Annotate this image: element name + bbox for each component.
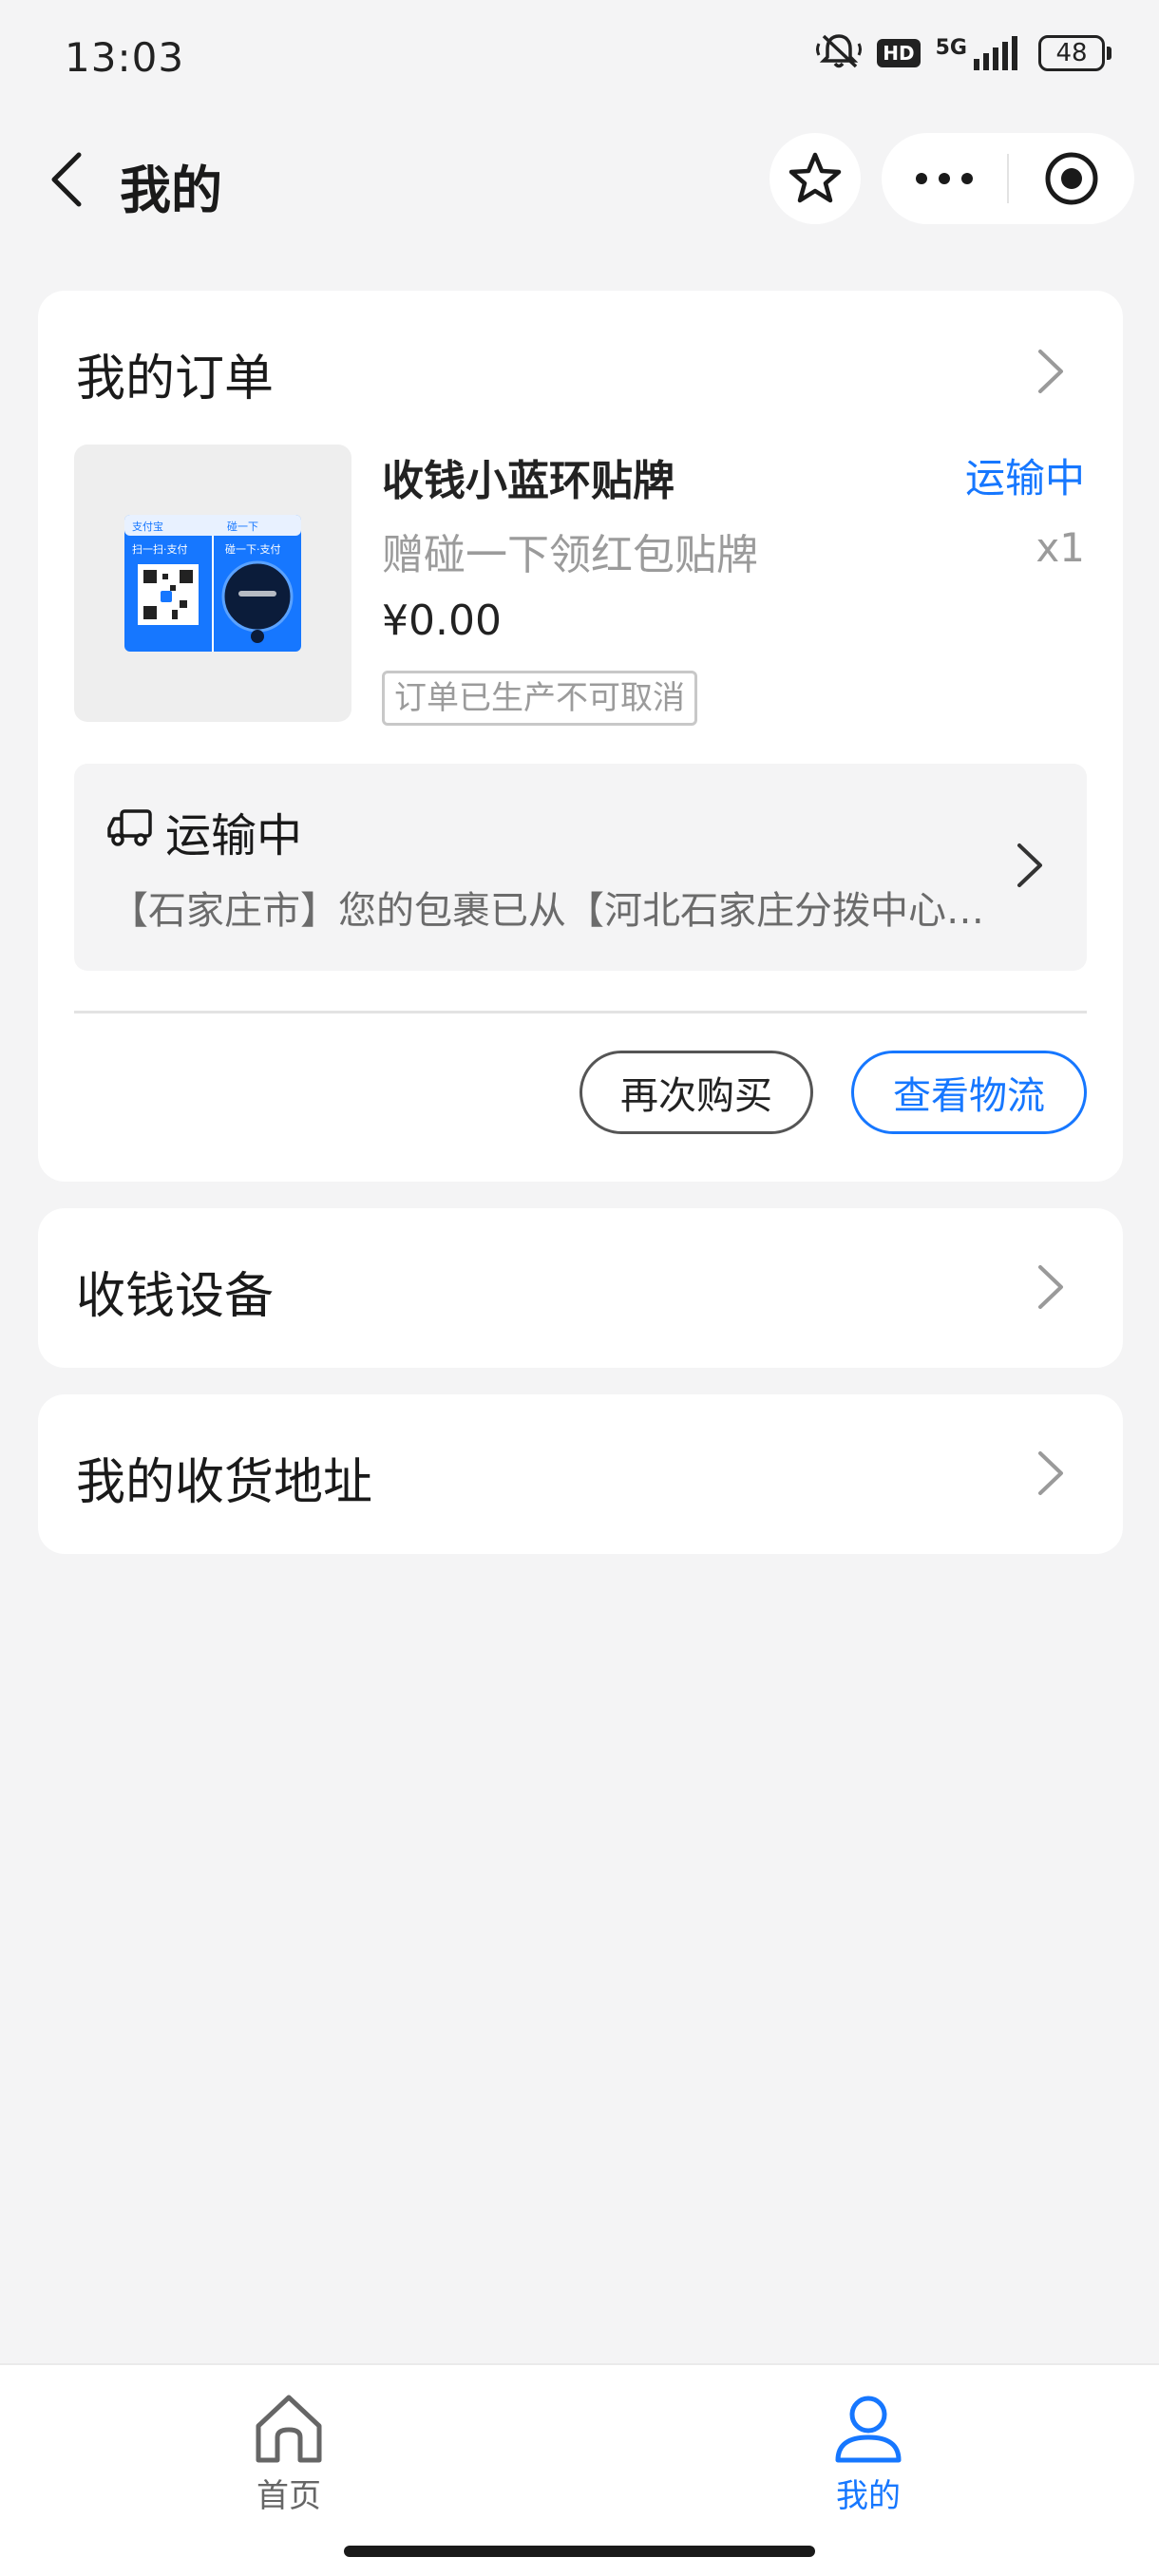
close-target-icon (1045, 152, 1098, 205)
orders-header[interactable]: 我的订单 (76, 338, 274, 409)
status-bar: 13:03 HD 5G 48 (0, 0, 1159, 114)
battery-icon: 48 (1038, 35, 1112, 71)
rebuy-button[interactable]: 再次购买 (580, 1051, 813, 1134)
mute-icon (816, 32, 863, 74)
device-chevron-icon (1032, 1261, 1070, 1313)
more-icon (916, 173, 973, 184)
truck-icon (107, 809, 152, 846)
product-tap-label: 碰一下 (227, 521, 258, 533)
address-label: 我的收货地址 (76, 1454, 373, 1511)
tab-mine-label: 我的 (836, 2477, 901, 2515)
product-name[interactable]: 收钱小蓝环贴牌 (382, 446, 674, 507)
shipping-address-row[interactable]: 我的收货地址 (38, 1394, 1123, 1554)
product-price: ¥0.00 (382, 597, 502, 645)
signal-icon: 5G (936, 34, 1023, 72)
shipping-chevron-icon (1011, 840, 1049, 891)
order-note-badge: 订单已生产不可取消 (382, 671, 697, 726)
more-button[interactable] (882, 133, 1007, 224)
orders-card: 我的订单 支付宝 碰一下 扫一扫·支付 碰一下·支付 收钱小蓝环贴牌 赠碰一下领… (38, 291, 1123, 1182)
order-divider (74, 1011, 1087, 1013)
view-logistics-button[interactable]: 查看物流 (851, 1051, 1087, 1134)
star-icon (788, 152, 842, 203)
back-icon (51, 152, 82, 207)
status-time: 13:03 (65, 34, 185, 81)
device-label: 收钱设备 (76, 1268, 275, 1325)
hd-badge: HD (877, 39, 921, 67)
back-button[interactable] (34, 146, 101, 213)
address-chevron-icon (1032, 1448, 1070, 1499)
tab-home[interactable]: 首页 (194, 2390, 384, 2516)
tab-bar: 首页 我的 (0, 2363, 1159, 2576)
order-status: 运输中 (964, 455, 1085, 502)
order-quantity: x1 (1036, 524, 1085, 571)
shipping-title: 运输中 (165, 809, 303, 862)
person-icon (835, 2396, 902, 2463)
shipping-status-box[interactable]: 运输中 【石家庄市】您的包裹已从【河北石家庄分拨中心】发出 (74, 764, 1087, 971)
status-icons: HD 5G 48 (816, 32, 1112, 74)
product-brand-label: 支付宝 (132, 520, 163, 533)
home-indicator[interactable] (344, 2546, 815, 2557)
network-label: 5G (935, 36, 967, 60)
shipping-detail: 【石家庄市】您的包裹已从【河北石家庄分拨中心】发出 (110, 889, 994, 933)
tab-home-label: 首页 (256, 2477, 321, 2515)
product-image[interactable]: 支付宝 碰一下 扫一扫·支付 碰一下·支付 (74, 445, 352, 722)
home-icon (256, 2395, 322, 2463)
orders-chevron-icon[interactable] (1032, 346, 1070, 397)
mini-program-capsule (882, 133, 1134, 224)
nav-bar: 我的 (0, 123, 1159, 237)
payment-device-row[interactable]: 收钱设备 (38, 1208, 1123, 1368)
product-subtitle: 赠碰一下领红包贴牌 (382, 531, 758, 579)
tab-mine[interactable]: 我的 (773, 2390, 963, 2516)
exit-button[interactable] (1009, 133, 1134, 224)
product-scan-pay-label: 扫一扫·支付 (132, 543, 188, 556)
battery-level: 48 (1038, 35, 1105, 71)
product-tap-pay-label: 碰一下·支付 (225, 543, 281, 556)
favorite-button[interactable] (770, 133, 861, 224)
page-title: 我的 (120, 161, 222, 220)
